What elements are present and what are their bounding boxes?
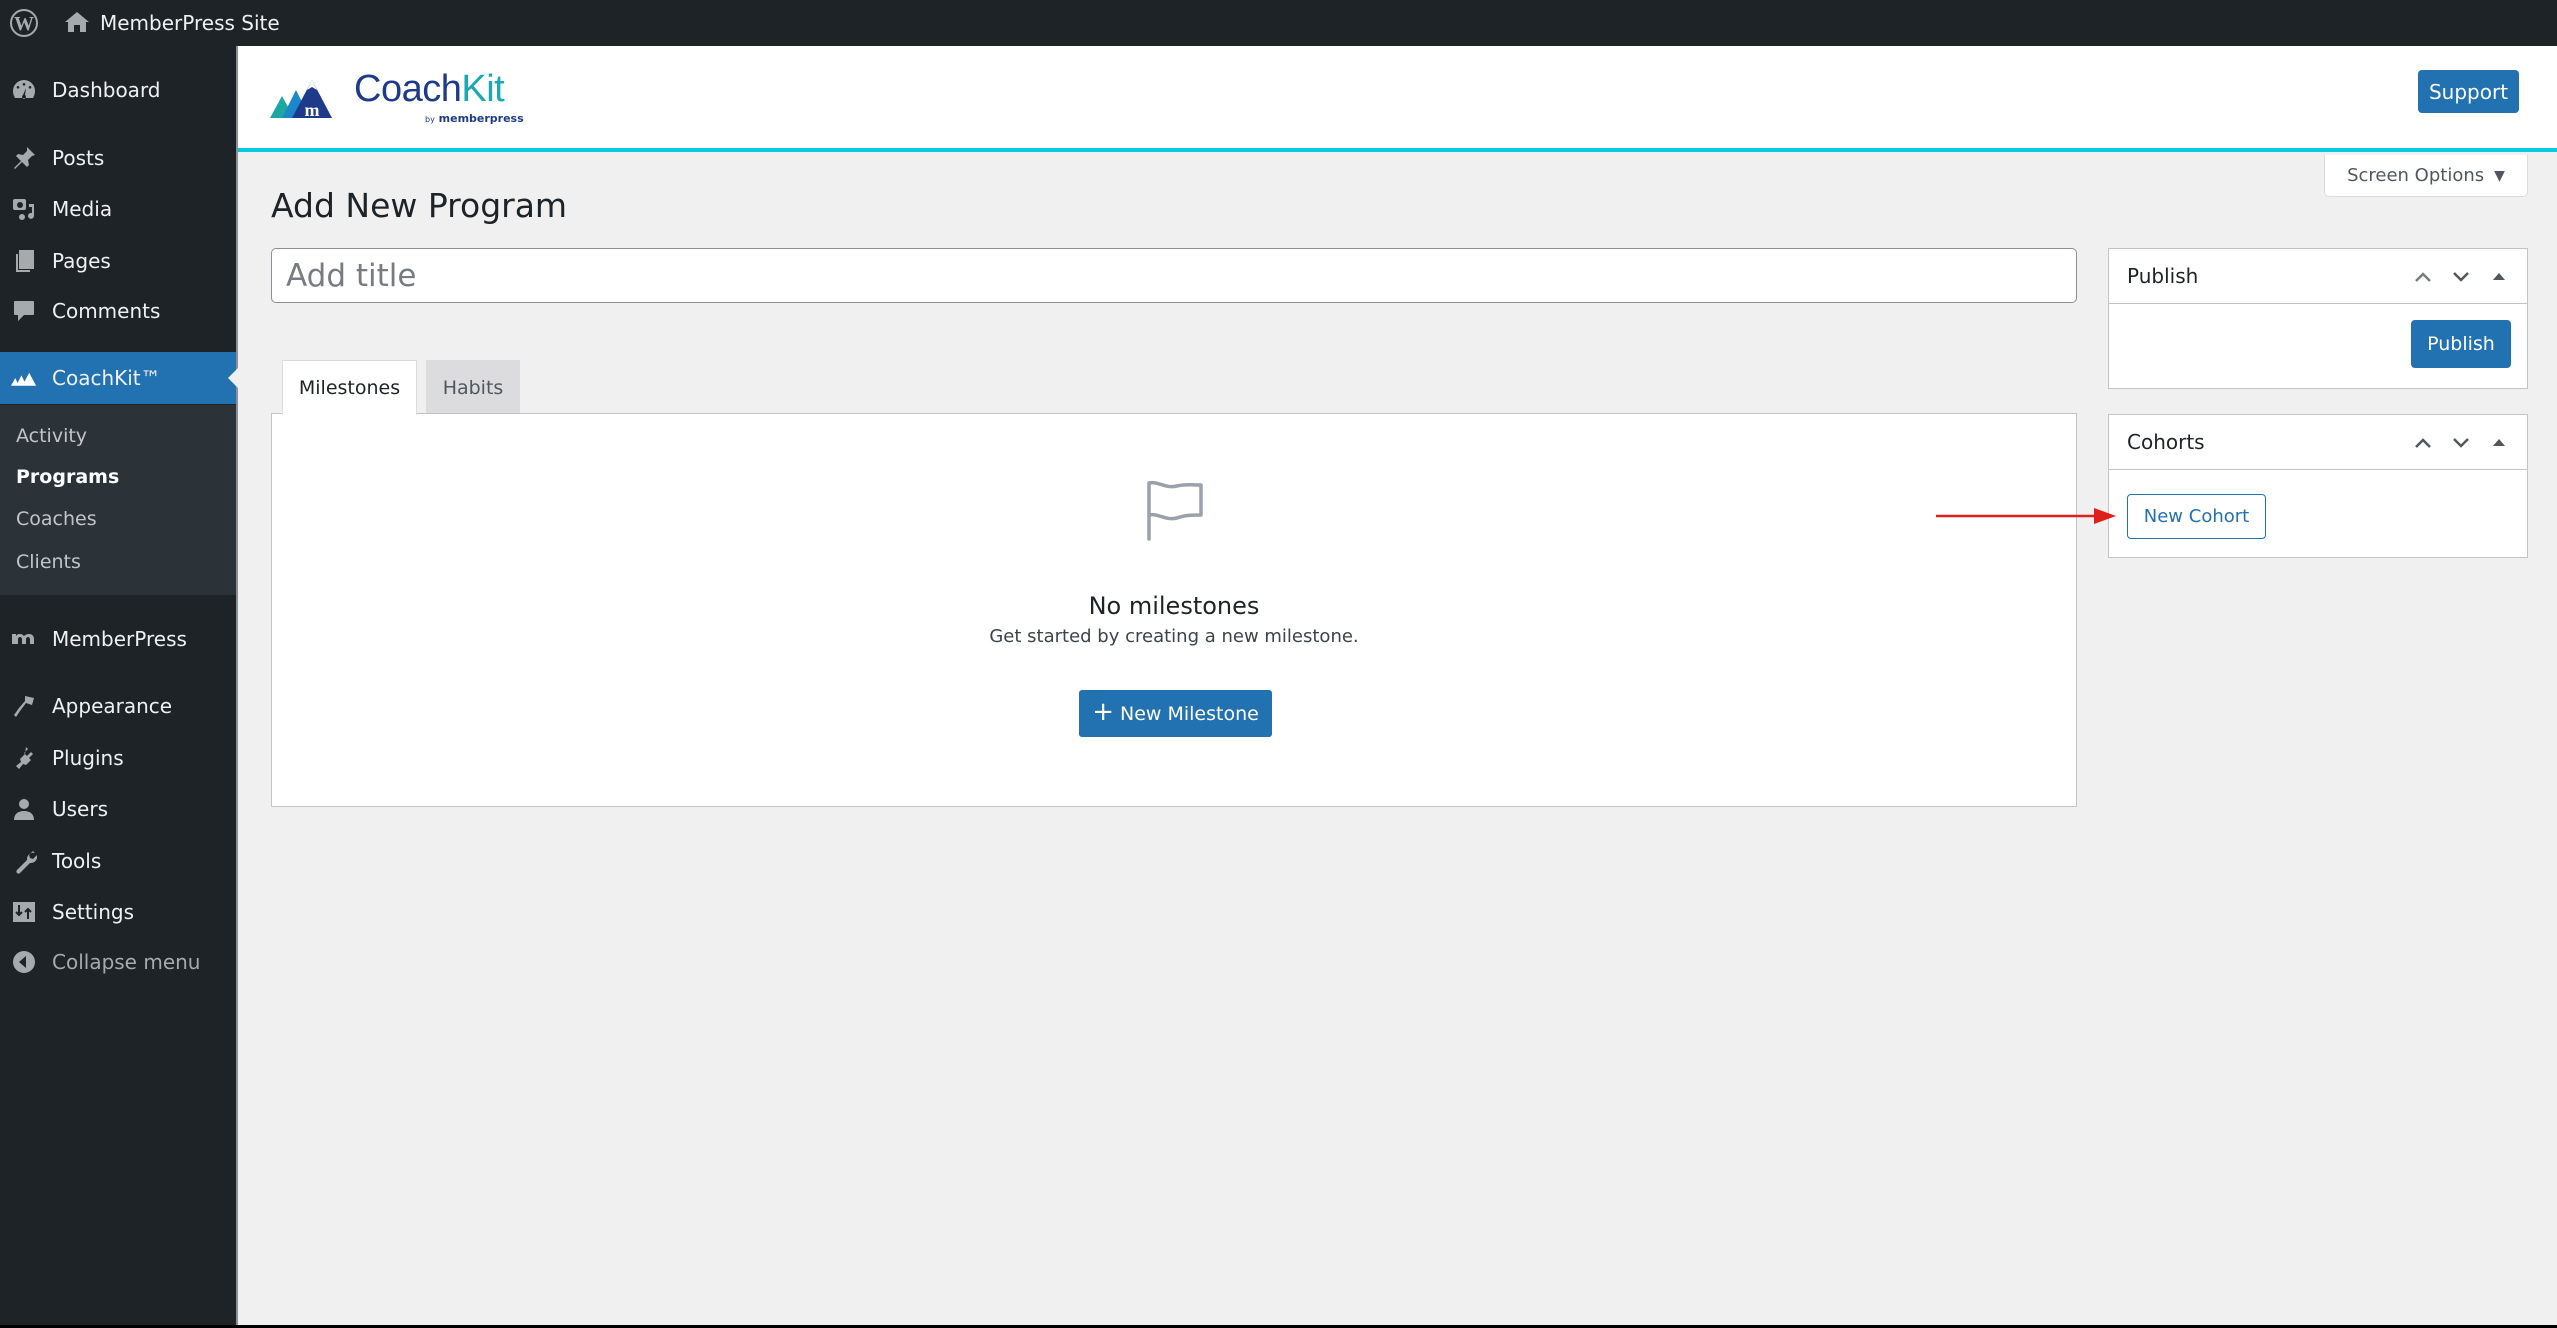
sidebar-item-label: Plugins — [52, 746, 124, 770]
paintbrush-icon — [10, 692, 38, 720]
chevron-up-icon[interactable] — [2409, 263, 2437, 291]
wordpress-logo-icon[interactable]: W — [9, 8, 39, 38]
logo-name: Coach — [354, 68, 462, 110]
cohorts-metabox: Cohorts New Cohort — [2108, 414, 2528, 558]
memberpress-icon — [10, 625, 38, 653]
chevron-up-icon[interactable] — [2409, 429, 2437, 457]
chevron-down-icon[interactable] — [2447, 263, 2475, 291]
sidebar-item-label: Appearance — [52, 694, 173, 718]
submenu-item-activity[interactable]: Activity — [16, 425, 87, 447]
chevron-down-icon[interactable] — [2447, 429, 2475, 457]
collapse-icon — [10, 948, 38, 976]
sidebar-item-label: Settings — [52, 900, 135, 924]
sidebar-item-coachkit[interactable]: CoachKit™ — [0, 352, 238, 404]
coachkit-mountains-icon: m — [270, 80, 332, 120]
new-milestone-label: New Milestone — [1119, 702, 1259, 725]
sidebar-item-appearance[interactable]: Appearance — [0, 684, 236, 728]
site-name-link[interactable]: MemberPress Site — [100, 11, 280, 35]
sidebar-item-label: Comments — [52, 299, 161, 323]
home-icon[interactable] — [64, 10, 90, 34]
sidebar-item-settings[interactable]: Settings — [0, 890, 236, 934]
sidebar-item-plugins[interactable]: Plugins — [0, 736, 236, 780]
sidebar-item-pages[interactable]: Pages — [0, 239, 236, 283]
admin-sidebar: Dashboard Posts Media Pages Comments Coa… — [0, 46, 238, 1325]
screen-options-toggle[interactable]: Screen Options ▼ — [2324, 155, 2528, 197]
sidebar-item-comments[interactable]: Comments — [0, 289, 236, 333]
new-cohort-button[interactable]: New Cohort — [2127, 494, 2266, 539]
sidebar-item-label: Collapse menu — [52, 950, 201, 974]
sidebar-item-tools[interactable]: Tools — [0, 839, 236, 883]
sidebar-item-media[interactable]: Media — [0, 187, 236, 231]
logo-by: by — [425, 115, 435, 124]
user-icon — [10, 795, 38, 823]
sidebar-item-label: Users — [52, 797, 109, 821]
empty-state-subtitle: Get started by creating a new milestone. — [989, 626, 1359, 647]
plus-icon: + — [1092, 697, 1114, 727]
tab-habits[interactable]: Habits — [426, 360, 520, 414]
milestones-panel: No milestones Get started by creating a … — [271, 413, 2077, 807]
dashboard-icon — [10, 76, 38, 104]
sidebar-item-posts[interactable]: Posts — [0, 136, 236, 180]
logo-name-accent: Kit — [461, 68, 505, 110]
comment-icon — [10, 297, 38, 325]
publish-metabox-title: Publish — [2127, 264, 2199, 288]
plugin-icon — [10, 744, 38, 772]
coachkit-submenu: Activity Programs Coaches Clients — [0, 405, 236, 595]
sidebar-item-label: Media — [52, 197, 113, 221]
tab-milestones[interactable]: Milestones — [282, 360, 417, 415]
submenu-item-clients[interactable]: Clients — [16, 551, 81, 573]
wrench-icon — [10, 847, 38, 875]
admin-bar: W MemberPress Site — [0, 0, 2557, 46]
sidebar-item-users[interactable]: Users — [0, 787, 236, 831]
caret-down-icon: ▼ — [2494, 167, 2505, 184]
publish-button[interactable]: Publish — [2411, 320, 2511, 368]
empty-state-title: No milestones — [1088, 592, 1260, 620]
sidebar-item-dashboard[interactable]: Dashboard — [0, 68, 236, 112]
sidebar-item-label: Tools — [52, 849, 102, 873]
mountains-icon — [10, 364, 38, 392]
sidebar-item-label: MemberPress — [52, 627, 187, 651]
collapse-menu-button[interactable]: Collapse menu — [0, 940, 236, 984]
svg-text:m: m — [305, 100, 320, 120]
pin-icon — [10, 144, 38, 172]
submenu-item-coaches[interactable]: Coaches — [16, 508, 97, 530]
submenu-item-programs[interactable]: Programs — [16, 466, 119, 488]
svg-text:W: W — [14, 13, 34, 35]
settings-icon — [10, 898, 38, 926]
cohorts-metabox-title: Cohorts — [2127, 430, 2205, 454]
sidebar-item-label: CoachKit™ — [52, 366, 161, 390]
logo-brand: memberpress — [438, 112, 524, 125]
toggle-panel-icon[interactable] — [2485, 429, 2513, 457]
sidebar-item-label: Dashboard — [52, 78, 161, 102]
publish-metabox: Publish Publish — [2108, 248, 2528, 389]
logo-byline: by memberpress — [425, 112, 524, 125]
pages-icon — [10, 247, 38, 275]
coachkit-header: m CoachKit by memberpress Support — [238, 46, 2557, 152]
sidebar-item-label: Posts — [52, 146, 105, 170]
support-button[interactable]: Support — [2418, 70, 2519, 113]
flag-icon — [1147, 480, 1203, 541]
sidebar-item-label: Pages — [52, 249, 111, 273]
page-title: Add New Program — [271, 186, 568, 225]
media-icon — [10, 195, 38, 223]
cohorts-metabox-header: Cohorts — [2109, 415, 2527, 470]
annotation-arrow-icon — [1936, 508, 2116, 524]
coachkit-logo[interactable]: m CoachKit by memberpress — [270, 68, 524, 128]
publish-metabox-header: Publish — [2109, 249, 2527, 304]
logo-wordmark: CoachKit — [354, 68, 505, 111]
toggle-panel-icon[interactable] — [2485, 263, 2513, 291]
new-milestone-button[interactable]: + New Milestone — [1079, 690, 1272, 737]
screen-options-label: Screen Options — [2347, 165, 2485, 186]
sidebar-item-memberpress[interactable]: MemberPress — [0, 617, 236, 661]
title-input[interactable] — [271, 248, 2077, 303]
